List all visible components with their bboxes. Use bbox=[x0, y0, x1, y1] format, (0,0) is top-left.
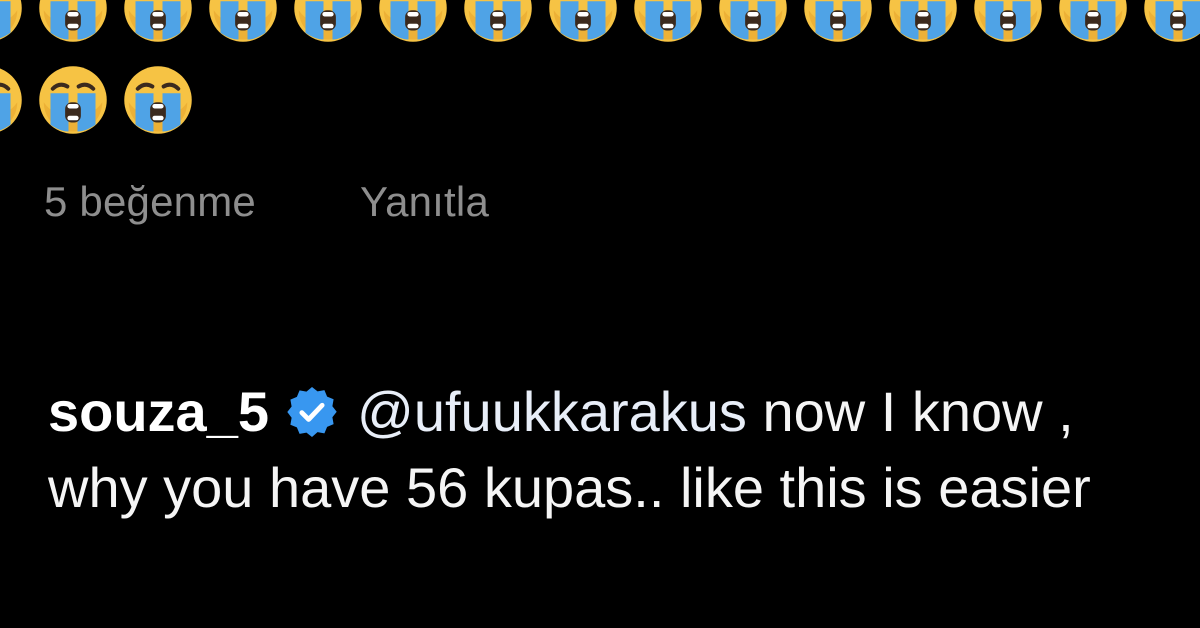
loudly-crying-face-icon bbox=[0, 68, 22, 132]
loudly-crying-face-icon bbox=[39, 66, 107, 134]
comment-actions: 5 beğenme Yanıtla bbox=[44, 178, 489, 226]
reply-button[interactable]: Yanıtla bbox=[360, 178, 489, 226]
loudly-crying-face-icon bbox=[294, 0, 362, 42]
loudly-crying-face-icon bbox=[39, 0, 107, 42]
loudly-crying-face-icon bbox=[719, 0, 787, 42]
loudly-crying-face-icon bbox=[464, 0, 532, 42]
loudly-crying-face-icon bbox=[889, 0, 957, 42]
loudly-crying-face-icon bbox=[124, 66, 192, 134]
loudly-crying-face-icon bbox=[804, 0, 872, 42]
loudly-crying-face-icon bbox=[379, 0, 447, 42]
verified-badge-icon bbox=[287, 387, 337, 437]
loudly-crying-face-icon bbox=[974, 0, 1042, 42]
comment-username[interactable]: souza_5 bbox=[48, 380, 269, 443]
mention-link[interactable]: @ufuukkarakus bbox=[357, 380, 747, 443]
loudly-crying-face-icon bbox=[1144, 0, 1200, 42]
loudly-crying-face-icon bbox=[634, 0, 702, 42]
emoji-row-1 bbox=[0, 0, 1200, 44]
emoji-row-2 bbox=[0, 64, 207, 136]
loudly-crying-face-icon bbox=[1059, 0, 1127, 42]
loudly-crying-face-icon bbox=[0, 0, 22, 40]
comment-body: souza_5 @ufuukkarakus now I know , why y… bbox=[48, 374, 1168, 526]
loudly-crying-face-icon bbox=[549, 0, 617, 42]
likes-count-link[interactable]: 5 beğenme bbox=[44, 178, 256, 226]
loudly-crying-face-icon bbox=[209, 0, 277, 42]
loudly-crying-face-icon bbox=[124, 0, 192, 42]
